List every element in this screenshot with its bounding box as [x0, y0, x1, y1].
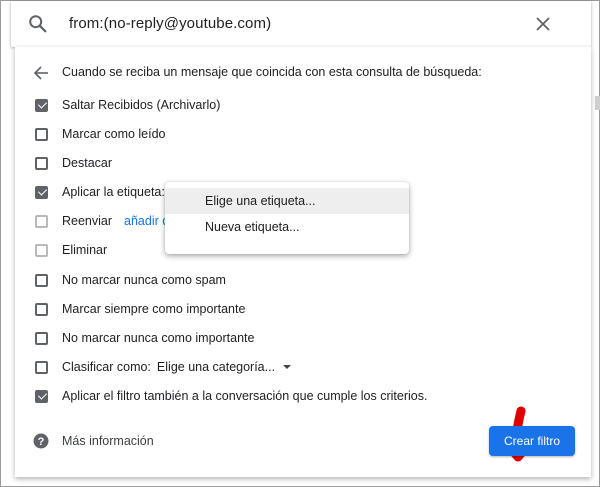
category-select-value: Elige una categoría... [156, 360, 276, 374]
option-never-spam[interactable]: No marcar nunca como spam [35, 270, 226, 290]
option-mark-read[interactable]: Marcar como leído [35, 124, 166, 144]
filter-panel: from:(no-reply@youtube.com) Cuando se re… [0, 0, 600, 487]
checkbox[interactable] [35, 127, 48, 141]
arrow-back-icon[interactable] [33, 65, 49, 81]
checkbox-checked[interactable] [35, 185, 48, 199]
checkbox[interactable] [35, 273, 48, 287]
option-label: Marcar siempre como importante [62, 302, 246, 316]
svg-text:?: ? [38, 436, 45, 448]
create-filter-button[interactable]: Crear filtro [489, 426, 575, 456]
caret-down-icon [283, 365, 292, 369]
help-circle-icon[interactable]: ? [33, 433, 49, 449]
option-always-important[interactable]: Marcar siempre como importante [35, 299, 245, 319]
checkbox-checked[interactable] [35, 98, 48, 112]
option-never-important[interactable]: No marcar nunca como importante [35, 328, 254, 348]
option-label: No marcar nunca como spam [62, 273, 226, 287]
search-bar: from:(no-reply@youtube.com) [11, 1, 591, 47]
option-apply-to-matching[interactable]: Aplicar el filtro también a la conversac… [35, 386, 427, 406]
checkbox[interactable] [35, 360, 48, 374]
search-query[interactable]: from:(no-reply@youtube.com) [69, 15, 271, 32]
filter-dialog: Cuando se reciba un mensaje que coincida… [15, 47, 591, 477]
option-label: Eliminar [62, 243, 108, 257]
checkbox[interactable] [35, 302, 48, 316]
background-scroll-hint [595, 96, 600, 110]
option-forward[interactable]: Reenviar añadir di [35, 211, 172, 231]
option-apply-label[interactable]: Aplicar la etiqueta: [35, 182, 165, 202]
category-select[interactable]: Elige una categoría... [156, 360, 292, 374]
option-star[interactable]: Destacar [35, 153, 112, 173]
dialog-header: Cuando se reciba un mensaje que coincida… [62, 65, 482, 79]
option-label: Destacar [62, 156, 113, 170]
option-label: Saltar Recibidos (Archivarlo) [62, 98, 221, 112]
label-dropdown-menu: Elige una etiqueta... Nueva etiqueta... [165, 182, 409, 254]
option-label: No marcar nunca como importante [62, 331, 255, 345]
menu-item-new-label[interactable]: Nueva etiqueta... [165, 214, 409, 240]
checkbox-disabled[interactable] [35, 243, 48, 257]
option-label: Aplicar la etiqueta: [62, 185, 165, 199]
checkbox-checked[interactable] [35, 389, 48, 403]
option-label: Aplicar el filtro también a la conversac… [62, 389, 428, 403]
option-delete[interactable]: Eliminar [35, 240, 107, 260]
option-label: Clasificar como: [62, 360, 151, 374]
search-icon[interactable] [27, 13, 49, 35]
help-label[interactable]: Más información [62, 434, 154, 448]
menu-item-choose-label[interactable]: Elige una etiqueta... [165, 188, 409, 214]
option-label: Marcar como leído [62, 127, 166, 141]
checkbox[interactable] [35, 156, 48, 170]
option-categorize[interactable]: Clasificar como: Elige una categoría... [35, 357, 292, 377]
close-icon[interactable] [533, 14, 553, 34]
checkbox[interactable] [35, 331, 48, 345]
checkbox-disabled[interactable] [35, 214, 48, 228]
option-skip-inbox[interactable]: Saltar Recibidos (Archivarlo) [35, 95, 220, 115]
option-label: Reenviar [62, 214, 113, 228]
